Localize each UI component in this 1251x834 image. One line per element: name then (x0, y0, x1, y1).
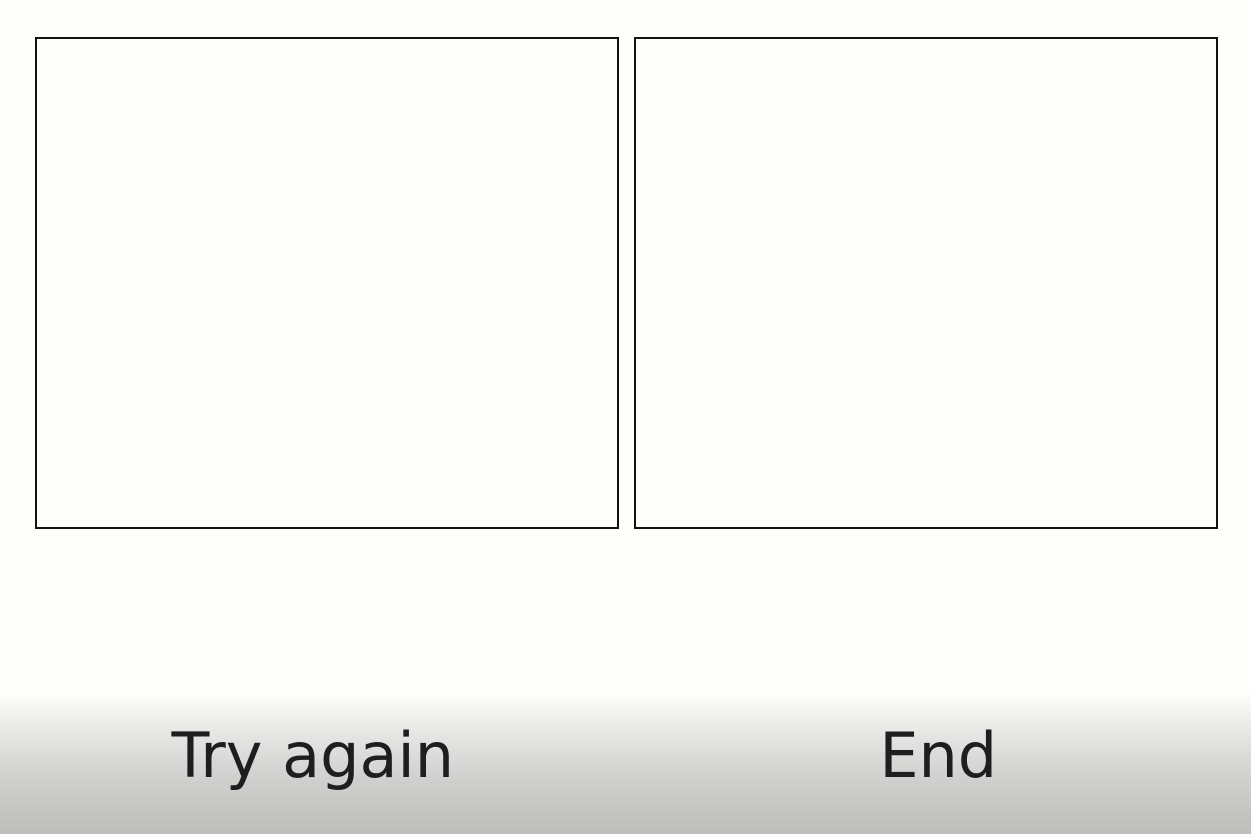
app-window: Try again End (0, 0, 1251, 834)
bottom-action-bar: Try again End (0, 694, 1251, 834)
end-button[interactable]: End (626, 694, 1251, 834)
right-panel (634, 37, 1218, 529)
try-again-label: Try again (171, 719, 454, 792)
end-label: End (879, 719, 998, 792)
try-again-button[interactable]: Try again (0, 694, 626, 834)
left-panel (35, 37, 619, 529)
